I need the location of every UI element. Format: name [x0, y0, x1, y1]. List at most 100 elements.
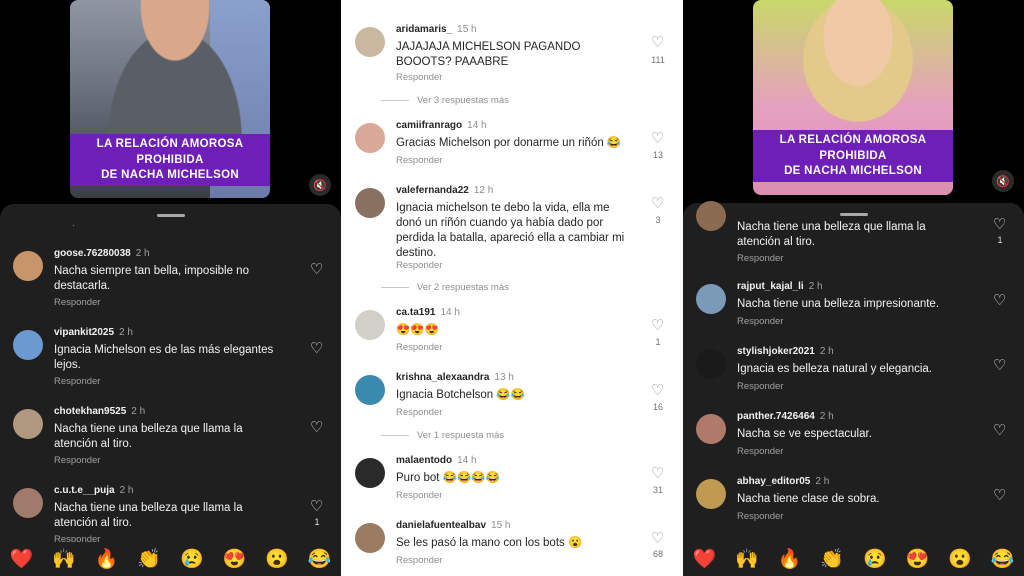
reel-video-thumbnail[interactable]: LA RELACIÓN AMOROSA PROHIBIDA DE NACHA M…	[753, 0, 953, 195]
emoji-heart-eyes[interactable]: 😍	[906, 547, 930, 571]
avatar[interactable]	[696, 479, 726, 509]
avatar[interactable]	[696, 414, 726, 444]
comment-username[interactable]: goose.76280038 2 h	[54, 248, 150, 259]
reply-button[interactable]: Responder	[396, 407, 442, 418]
like-heart-icon[interactable]: ♡	[993, 488, 1006, 503]
like-heart-icon[interactable]: ♡	[993, 217, 1006, 232]
comment-username[interactable]: aridamaris_ 15 h	[396, 24, 477, 35]
like-heart-icon[interactable]: ♡	[310, 420, 323, 435]
avatar[interactable]	[13, 409, 43, 439]
comment-username[interactable]: vipankit2025 2 h	[54, 327, 133, 338]
sheet-drag-handle[interactable]	[157, 214, 185, 217]
reply-button[interactable]: Responder	[396, 260, 442, 271]
username-text[interactable]: danielafuentealbav	[396, 520, 486, 531]
emoji-crying[interactable]: 😢	[180, 547, 204, 571]
username-text[interactable]: aridamaris_	[396, 24, 452, 35]
like-heart-icon[interactable]: ♡	[651, 35, 664, 50]
view-more-replies[interactable]: Ver 1 respuesta más	[381, 430, 504, 441]
comment-username[interactable]: malaentodo 14 h	[396, 455, 477, 466]
emoji-clap[interactable]: 👏	[820, 547, 844, 571]
speaker-muted-icon[interactable]: 🔇	[992, 170, 1014, 192]
username-text[interactable]: camiifranrago	[396, 120, 462, 131]
avatar[interactable]	[13, 488, 43, 518]
like-heart-icon[interactable]: ♡	[651, 466, 664, 481]
avatar[interactable]	[13, 330, 43, 360]
comment-username[interactable]: valefernanda22 12 h	[396, 185, 493, 196]
avatar[interactable]	[355, 27, 385, 57]
like-heart-icon[interactable]: ♡	[993, 293, 1006, 308]
username-text[interactable]: vipankit2025	[54, 327, 114, 338]
username-text[interactable]: abhay_editor05	[737, 476, 810, 487]
comment-username[interactable]: abhay_editor05 2 h	[737, 476, 829, 487]
reply-button[interactable]: Responder	[54, 455, 100, 466]
reel-video-thumbnail[interactable]: LA RELACIÓN AMOROSA PROHIBIDA DE NACHA M…	[70, 0, 270, 198]
comment-username[interactable]: panther.7426464 2 h	[737, 411, 834, 422]
like-heart-icon[interactable]: ♡	[993, 423, 1006, 438]
emoji-raised-hands[interactable]: 🙌	[735, 547, 759, 571]
avatar[interactable]	[355, 310, 385, 340]
emoji-heart[interactable]: ❤️	[9, 547, 33, 571]
reply-button[interactable]: Responder	[396, 342, 442, 353]
like-heart-icon[interactable]: ♡	[310, 341, 323, 356]
reply-button[interactable]: Responder	[737, 511, 783, 522]
avatar[interactable]	[696, 284, 726, 314]
emoji-surprised[interactable]: 😮	[948, 547, 972, 571]
username-text[interactable]: c.u.t.e__puja	[54, 485, 115, 496]
avatar[interactable]	[355, 188, 385, 218]
reply-button[interactable]: Responder	[737, 253, 783, 264]
comment-username[interactable]: danielafuentealbav 15 h	[396, 520, 511, 531]
emoji-fire[interactable]: 🔥	[778, 547, 802, 571]
avatar[interactable]	[13, 251, 43, 281]
like-heart-icon[interactable]: ♡	[651, 196, 664, 211]
reply-button[interactable]: Responder	[396, 155, 442, 166]
avatar[interactable]	[696, 349, 726, 379]
username-text[interactable]: chotekhan9525	[54, 406, 126, 417]
username-text[interactable]: ca.ta191	[396, 307, 435, 318]
emoji-heart-eyes[interactable]: 😍	[223, 547, 247, 571]
username-text[interactable]: stylishjoker2021	[737, 346, 815, 357]
view-more-replies[interactable]: Ver 2 respuestas más	[381, 282, 509, 293]
like-heart-icon[interactable]: ♡	[310, 499, 323, 514]
username-text[interactable]: panther.7426464	[737, 411, 815, 422]
avatar[interactable]	[355, 375, 385, 405]
emoji-laughing[interactable]: 😂	[991, 547, 1015, 571]
avatar[interactable]	[696, 201, 726, 231]
like-heart-icon[interactable]: ♡	[651, 531, 664, 546]
emoji-raised-hands[interactable]: 🙌	[52, 547, 76, 571]
like-heart-icon[interactable]: ♡	[993, 358, 1006, 373]
reply-button[interactable]: Responder	[54, 297, 100, 308]
reply-button[interactable]: Responder	[54, 376, 100, 387]
reply-button[interactable]: Responder	[396, 555, 442, 566]
emoji-laughing[interactable]: 😂	[308, 547, 332, 571]
like-heart-icon[interactable]: ♡	[651, 383, 664, 398]
emoji-crying[interactable]: 😢	[863, 547, 887, 571]
like-heart-icon[interactable]: ♡	[651, 318, 664, 333]
username-text[interactable]: goose.76280038	[54, 248, 131, 259]
view-more-replies[interactable]: Ver 3 respuestas más	[381, 95, 509, 106]
username-text[interactable]: valefernanda22	[396, 185, 469, 196]
comment-username[interactable]: ca.ta191 14 h	[396, 307, 460, 318]
like-heart-icon[interactable]: ♡	[310, 262, 323, 277]
reply-button[interactable]: Responder	[396, 72, 442, 83]
comment-username[interactable]: krishna_alexaandra 13 h	[396, 372, 514, 383]
emoji-clap[interactable]: 👏	[137, 547, 161, 571]
comment-username[interactable]: rajput_kajal_li 2 h	[737, 281, 823, 292]
reply-button[interactable]: Responder	[737, 446, 783, 457]
emoji-heart[interactable]: ❤️	[692, 547, 716, 571]
avatar[interactable]	[355, 523, 385, 553]
like-heart-icon[interactable]: ♡	[651, 131, 664, 146]
username-text[interactable]: malaentodo	[396, 455, 452, 466]
reply-button[interactable]: Responder	[737, 316, 783, 327]
comment-username[interactable]: camiifranrago 14 h	[396, 120, 487, 131]
speaker-muted-icon[interactable]: 🔇	[309, 174, 331, 196]
avatar[interactable]	[355, 123, 385, 153]
avatar[interactable]	[355, 458, 385, 488]
username-text[interactable]: krishna_alexaandra	[396, 372, 489, 383]
emoji-surprised[interactable]: 😮	[265, 547, 289, 571]
comment-username[interactable]: c.u.t.e__puja 2 h	[54, 485, 133, 496]
reply-button[interactable]: Responder	[737, 381, 783, 392]
comment-username[interactable]: chotekhan9525 2 h	[54, 406, 145, 417]
sheet-drag-handle[interactable]	[840, 213, 868, 216]
reply-button[interactable]: Responder	[396, 490, 442, 501]
username-text[interactable]: rajput_kajal_li	[737, 281, 804, 292]
